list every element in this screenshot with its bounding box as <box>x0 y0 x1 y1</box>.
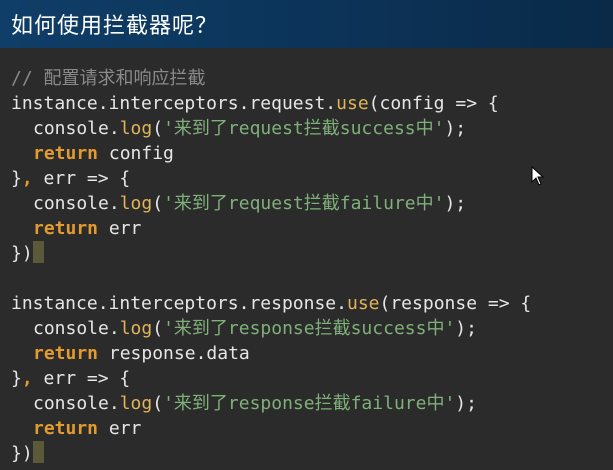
token-arrow: => <box>487 293 510 314</box>
token-instance: instance <box>11 293 98 314</box>
mouse-pointer-icon <box>531 166 545 186</box>
string-req-failure: '来到了request拦截failure中' <box>163 193 445 214</box>
token-interceptors: interceptors <box>108 293 239 314</box>
token-console: console <box>33 393 109 414</box>
code-line-return-config: return config <box>11 141 174 166</box>
token-response-param: response <box>390 293 478 314</box>
token-console: console <box>33 193 109 214</box>
code-line-log-res-success: console.log('来到了response拦截success中'); <box>33 318 477 339</box>
token-interceptors: interceptors <box>108 93 239 114</box>
code-line-close: }) <box>11 241 44 266</box>
string-res-success: '来到了response拦截success中' <box>163 318 456 339</box>
token-config-param: config <box>379 93 445 114</box>
code-line-log-res-failure: console.log('来到了response拦截failure中'); <box>33 393 477 414</box>
token-response: response <box>249 293 337 314</box>
token-err-param: err <box>43 368 77 389</box>
code-line-return-err: return err <box>11 216 141 241</box>
code-line-request-use: instance.interceptors.request.use(config… <box>11 93 499 114</box>
token-console: console <box>33 118 109 139</box>
string-res-failure: '来到了response拦截failure中' <box>163 393 456 414</box>
token-arrow: => <box>86 168 109 189</box>
token-log: log <box>119 393 153 414</box>
token-err-param: err <box>43 168 77 189</box>
token-err: err <box>108 418 142 439</box>
text-cursor <box>32 441 44 463</box>
token-arrow: => <box>86 368 109 389</box>
token-use: use <box>346 293 380 314</box>
code-line-err-handler-2: }, err => { <box>11 368 131 389</box>
token-return: return <box>33 143 99 164</box>
code-line-return-response-data: return response.data <box>11 341 250 366</box>
code-editor[interactable]: // 配置请求和响应拦截 instance.interceptors.reque… <box>0 48 613 470</box>
token-log: log <box>119 318 153 339</box>
token-log: log <box>119 193 153 214</box>
token-arrow: => <box>455 93 478 114</box>
text-cursor <box>32 241 44 263</box>
string-req-success: '来到了request拦截success中' <box>163 118 445 139</box>
page-title: 如何使用拦截器呢？ <box>11 14 219 39</box>
code-line-comment: // 配置请求和响应拦截 <box>11 66 206 91</box>
token-return: return <box>33 218 99 239</box>
token-request: request <box>249 93 326 114</box>
token-console: console <box>33 318 109 339</box>
token-response-data: response.data <box>108 343 250 364</box>
token-instance: instance <box>11 93 98 114</box>
code-line-log-req-success: console.log('来到了request拦截success中'); <box>33 118 467 139</box>
code-comment: // 配置请求和响应拦截 <box>11 68 206 89</box>
token-log: log <box>119 118 153 139</box>
code-line-err-handler: }, err => { <box>11 168 131 189</box>
token-config: config <box>108 143 174 164</box>
code-line-response-use: instance.interceptors.response.use(respo… <box>11 293 532 314</box>
token-err: err <box>108 218 142 239</box>
token-return: return <box>33 418 99 439</box>
code-line-log-req-failure: console.log('来到了request拦截failure中'); <box>33 193 467 214</box>
code-line-close-2: }) <box>11 441 44 466</box>
code-line-return-err-2: return err <box>11 416 141 441</box>
token-return: return <box>33 343 99 364</box>
token-use: use <box>336 93 369 114</box>
slide-header: 如何使用拦截器呢？ <box>0 0 613 48</box>
